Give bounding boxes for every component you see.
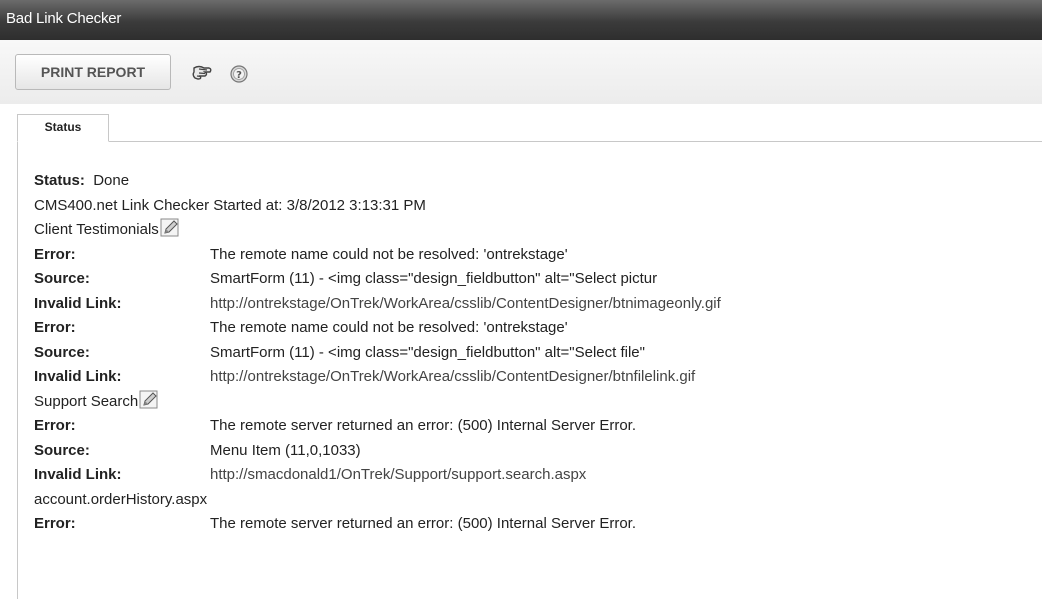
source-text: SmartForm (11) - <img class="design_fiel… bbox=[210, 270, 658, 287]
edit-icon[interactable] bbox=[139, 390, 159, 410]
source-label: Source: bbox=[34, 441, 90, 459]
error-text: The remote server returned an error: (50… bbox=[210, 515, 637, 532]
group-title: account.orderHistory.aspx bbox=[34, 488, 721, 513]
error-label: Error: bbox=[34, 319, 76, 336]
group-name: Support Search bbox=[34, 392, 139, 410]
invalid-link-url: http://ontrekstage/OnTrek/WorkArea/cssli… bbox=[210, 294, 721, 312]
error-row: Error: The remote server returned an erro… bbox=[34, 414, 721, 439]
error-row: Error: The remote name could not be resol… bbox=[34, 243, 721, 268]
report-panel: Status: Done CMS400.net Link Checker Sta… bbox=[17, 142, 1042, 599]
invalid-link-url: http://ontrekstage/OnTrek/WorkArea/cssli… bbox=[210, 368, 696, 385]
toolbar: PRINT REPORT ? bbox=[0, 40, 1042, 105]
source-row: Source: Menu Item (11,0,1033) bbox=[34, 439, 721, 464]
error-label: Error: bbox=[34, 245, 76, 263]
window-title: Bad Link Checker bbox=[6, 10, 122, 27]
error-row: Error: The remote name could not be resol… bbox=[34, 316, 721, 341]
started-line: CMS400.net Link Checker Started at: 3/8/… bbox=[34, 196, 426, 214]
invalid-link-row: Invalid Link: http://ontrekstage/OnTrek/W… bbox=[34, 292, 721, 317]
error-row: Error: The remote server returned an erro… bbox=[34, 512, 721, 537]
svg-text:?: ? bbox=[236, 70, 242, 81]
source-text: Menu Item (11,0,1033) bbox=[210, 441, 361, 459]
tab-status[interactable]: Status bbox=[17, 114, 109, 142]
status-value: Done bbox=[93, 172, 130, 189]
invalid-link-url: http://smacdonald1/OnTrek/Support/suppor… bbox=[210, 466, 587, 483]
status-line: Status: Done bbox=[34, 169, 721, 194]
tab-strip: Status bbox=[0, 104, 1042, 142]
view-all-icon[interactable] bbox=[191, 64, 213, 84]
error-text: The remote name could not be resolved: '… bbox=[210, 245, 568, 263]
invalid-link-label: Invalid Link: bbox=[34, 294, 122, 312]
source-label: Source: bbox=[34, 270, 90, 287]
window-titlebar: Bad Link Checker bbox=[0, 0, 1042, 41]
source-row: Source: SmartForm (11) - <img class="desi… bbox=[34, 267, 721, 292]
source-label: Source: bbox=[34, 343, 90, 361]
group-title: Support Search bbox=[34, 390, 721, 415]
edit-icon[interactable] bbox=[160, 218, 180, 238]
group-title: Client Testimonials bbox=[34, 218, 721, 243]
report-body: Status: Done CMS400.net Link Checker Sta… bbox=[34, 169, 721, 537]
invalid-link-row: Invalid Link: http://smacdonald1/OnTrek/S… bbox=[34, 463, 721, 488]
invalid-link-row: Invalid Link: http://ontrekstage/OnTrek/W… bbox=[34, 365, 721, 390]
group-name: account.orderHistory.aspx bbox=[34, 490, 208, 508]
status-label: Status: bbox=[34, 172, 85, 189]
error-text: The remote server returned an error: (50… bbox=[210, 417, 637, 434]
help-icon[interactable]: ? bbox=[229, 64, 251, 84]
invalid-link-label: Invalid Link: bbox=[34, 466, 122, 483]
invalid-link-label: Invalid Link: bbox=[34, 368, 122, 385]
error-text: The remote name could not be resolved: '… bbox=[210, 319, 568, 336]
group-name: Client Testimonials bbox=[34, 221, 159, 238]
error-label: Error: bbox=[34, 417, 76, 434]
print-report-button[interactable]: PRINT REPORT bbox=[15, 54, 171, 90]
error-label: Error: bbox=[34, 515, 76, 532]
source-text: SmartForm (11) - <img class="design_fiel… bbox=[210, 343, 645, 361]
source-row: Source: SmartForm (11) - <img class="desi… bbox=[34, 341, 721, 366]
